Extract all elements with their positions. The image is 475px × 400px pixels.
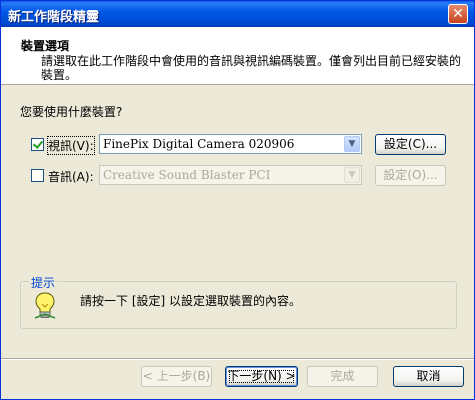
audio-checkbox-row[interactable]: 音訊(A): (31, 166, 101, 188)
finish-button-label: 完成 (330, 369, 355, 383)
finish-button[interactable]: 完成 (307, 366, 378, 387)
audio-device-select[interactable]: Creative Sound Blaster PCI ▼ (99, 165, 362, 185)
chevron-down-icon[interactable]: ▼ (344, 136, 360, 152)
cancel-button[interactable]: 取消 (393, 366, 464, 387)
audio-device-value: Creative Sound Blaster PCI (103, 168, 271, 182)
audio-checkbox-label[interactable]: 音訊(A): (48, 168, 94, 185)
device-question: 您要使用什麼裝置? (20, 105, 123, 119)
audio-checkbox[interactable] (31, 169, 44, 182)
window-title: 新工作階段精靈 (8, 10, 100, 25)
back-button-label: < 上一步(B) (142, 369, 211, 383)
back-button[interactable]: < 上一步(B) (141, 366, 212, 387)
header-title: 裝置選項 (21, 39, 70, 53)
hint-text: 請按一下 [設定] 以設定選取裝置的內容。 (80, 294, 301, 308)
footer-divider (1, 358, 474, 360)
cancel-button-label: 取消 (416, 369, 441, 383)
title-bar[interactable]: 新工作階段精靈 ✕ (1, 1, 474, 27)
video-settings-label: 設定(C)... (383, 137, 438, 151)
wizard-window: 新工作階段精靈 ✕ 裝置選項 請選取在此工作階段中會使用的音訊與視訊編碼裝置。僅… (0, 0, 475, 400)
close-button[interactable]: ✕ (448, 4, 468, 24)
chevron-down-icon[interactable]: ▼ (344, 167, 360, 183)
hint-group: 請按一下 [設定] 以設定選取裝置的內容。 (20, 281, 457, 329)
video-checkbox-label[interactable]: 視訊(V): (47, 136, 95, 155)
video-checkbox-row[interactable]: 視訊(V): (31, 135, 101, 157)
lightbulb-icon (34, 292, 56, 319)
hint-legend: 提示 (29, 274, 58, 291)
video-checkbox[interactable] (31, 138, 44, 151)
audio-settings-label: 設定(O)... (383, 168, 438, 182)
header-description: 請選取在此工作階段中會使用的音訊與視訊編碼裝置。僅會列出目前已經安裝的裝置。 (41, 54, 462, 82)
next-button[interactable]: 下一步(N) > (225, 366, 298, 387)
audio-settings-button[interactable]: 設定(O)... (375, 165, 446, 186)
video-device-select[interactable]: FinePix Digital Camera 020906 ▼ (99, 134, 362, 154)
video-settings-button[interactable]: 設定(C)... (375, 134, 446, 155)
next-button-label: 下一步(N) > (226, 367, 297, 386)
video-device-value: FinePix Digital Camera 020906 (103, 137, 295, 151)
close-icon: ✕ (452, 6, 464, 22)
wizard-header: 裝置選項 請選取在此工作階段中會使用的音訊與視訊編碼裝置。僅會列出目前已經安裝的… (1, 27, 474, 85)
